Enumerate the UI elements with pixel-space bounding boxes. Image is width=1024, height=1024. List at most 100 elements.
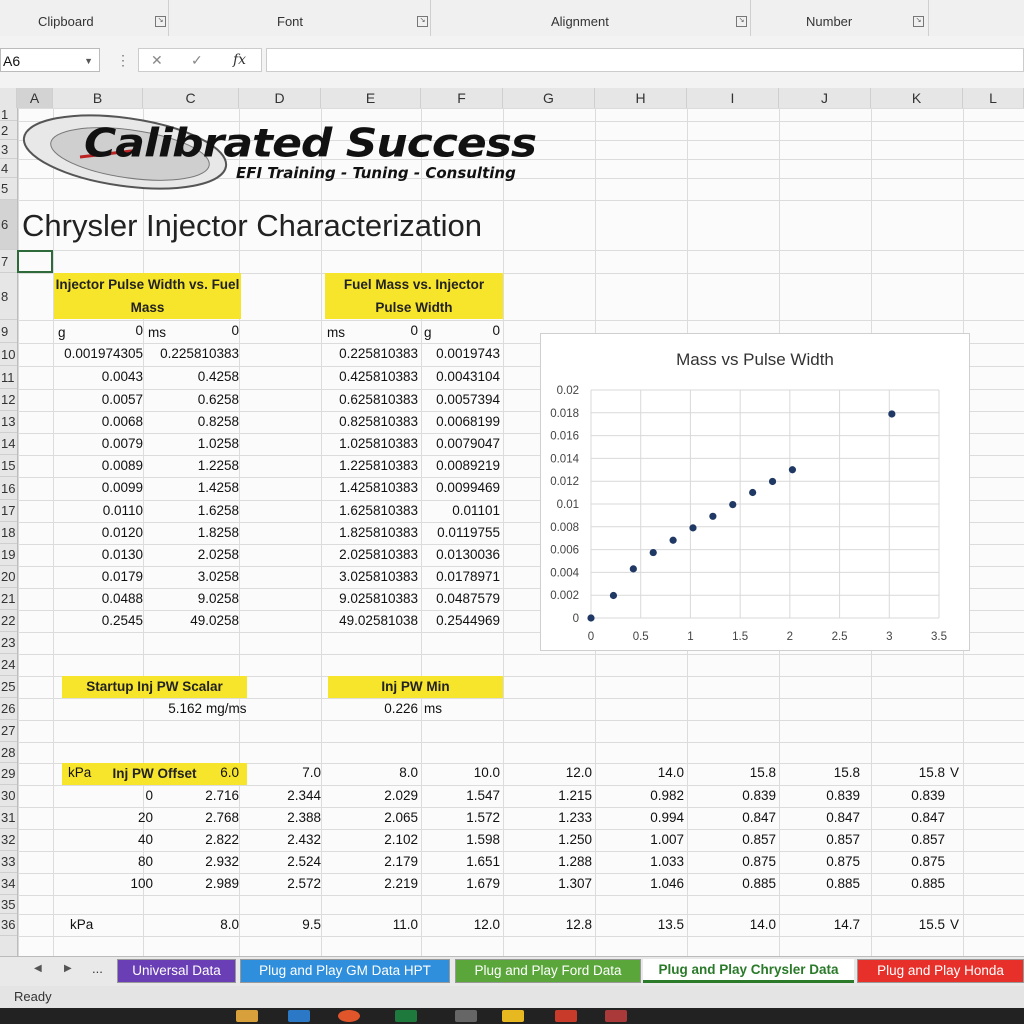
table2-cell: 1.625810383 [339,503,418,518]
row-header-8[interactable]: 8 [0,273,17,320]
tab-plug-and-play-ford-data[interactable]: Plug and Play Ford Data [455,959,641,983]
col-header-k[interactable]: K [871,88,963,108]
row-gridline [18,742,1024,743]
browser-icon[interactable] [338,1010,360,1022]
table1-cell: 1.0258 [197,436,239,451]
col-header-b[interactable]: B [53,88,143,108]
col-header-g[interactable]: G [503,88,595,108]
row-header-18[interactable]: 18 [0,522,17,544]
row-header-25[interactable]: 25 [0,676,17,698]
pwmin-unit: ms [424,701,442,716]
tab-next-icon[interactable]: ▶ [64,963,72,974]
row-header-24[interactable]: 24 [0,654,17,676]
row-header-6[interactable]: 6 [0,200,17,250]
table2-cell: 0.425810383 [339,369,418,384]
app-icon[interactable] [502,1010,524,1022]
scatter-chart[interactable]: Mass vs Pulse Width 0 0.002 0.004 0.006 0.008… [540,333,970,651]
col-header-h[interactable]: H [595,88,687,108]
font-launcher-icon[interactable]: ↘ [417,16,428,27]
col-header-i[interactable]: I [687,88,779,108]
row-header-15[interactable]: 15 [0,455,17,477]
row-header-13[interactable]: 13 [0,411,17,433]
name-box[interactable]: A6 ▼ [0,48,100,72]
row-header-5[interactable]: 5 [0,178,17,200]
data-point [729,501,737,509]
chart-plot: Mass vs Pulse Width 0 0.002 0.004 0.006 0.008… [550,350,947,643]
tab-more-button[interactable]: ... [92,961,103,976]
col-header-l[interactable]: L [963,88,1024,108]
col-header-c[interactable]: C [143,88,239,108]
col-gridline [503,108,504,956]
row-header-1[interactable]: 1 [0,108,17,121]
row-header-12[interactable]: 12 [0,389,17,411]
row-header-16[interactable]: 16 [0,477,17,500]
col-header-e[interactable]: E [321,88,421,108]
row-header-23[interactable]: 23 [0,632,17,654]
row-header-14[interactable]: 14 [0,433,17,455]
offset-volt-unit: V [950,765,960,780]
logo-tagline: EFI Training - Tuning - Consulting [236,164,516,182]
row-header-30[interactable]: 30 [0,785,17,807]
mail-icon[interactable] [288,1010,310,1022]
row-header-17[interactable]: 17 [0,500,17,522]
row-header-33[interactable]: 33 [0,851,17,873]
table2-cell: 0.825810383 [339,414,418,429]
file-explorer-icon[interactable] [236,1010,258,1022]
offset-cell: 2.572 [287,876,321,891]
y-tick-label: 0.02 [557,385,579,397]
row-header-28[interactable]: 28 [0,742,17,763]
chevron-down-icon[interactable]: ▼ [84,49,93,73]
tab-plug-and-play-chrysler-data[interactable]: Plug and Play Chrysler Data [643,959,854,983]
row-header-26[interactable]: 26 [0,698,17,720]
col-header-d[interactable]: D [239,88,321,108]
row-header-31[interactable]: 31 [0,807,17,829]
row-gridline [18,108,1024,109]
row-header-35[interactable]: 35 [0,895,17,914]
row-header-11[interactable]: 11 [0,366,17,389]
excel-icon[interactable] [395,1010,417,1022]
row-header-34[interactable]: 34 [0,873,17,895]
table1-cell: 0.0130 [101,547,143,562]
table2-cell: 0.625810383 [339,392,418,407]
ribbon-divider [168,0,169,36]
selected-cell-a6[interactable] [17,250,53,273]
row-header-10[interactable]: 10 [0,343,17,366]
app-icon[interactable] [555,1010,577,1022]
status-bar: Ready [0,986,1024,1008]
cancel-icon[interactable]: ✕ [151,52,163,69]
insert-function-icon[interactable]: fx [233,52,246,68]
tab-prev-icon[interactable]: ◀ [34,963,42,974]
row-header-29[interactable]: 29 [0,763,17,785]
row-header-19[interactable]: 19 [0,544,17,566]
select-all-corner[interactable] [0,88,17,108]
table2-cell: 3.025810383 [339,569,418,584]
row-header-3[interactable]: 3 [0,140,17,159]
row-header-20[interactable]: 20 [0,566,17,588]
enter-icon[interactable]: ✓ [191,52,203,69]
number-launcher-icon[interactable]: ↘ [913,16,924,27]
row-header-9[interactable]: 9 [0,320,17,343]
clipboard-launcher-icon[interactable]: ↘ [155,16,166,27]
col-header-f[interactable]: F [421,88,503,108]
row-header-7[interactable]: 7 [0,250,17,273]
row-header-4[interactable]: 4 [0,159,17,178]
col-header-j[interactable]: J [779,88,871,108]
col-header-a[interactable]: A [17,88,53,108]
tab-plug-and-play-gm-data-hpt[interactable]: Plug and Play GM Data HPT [240,959,450,983]
formula-input[interactable] [266,48,1024,72]
data-point [609,591,618,600]
alignment-launcher-icon[interactable]: ↘ [736,16,747,27]
app-icon[interactable] [605,1010,627,1022]
row-header-2[interactable]: 2 [0,121,17,140]
row-header-32[interactable]: 32 [0,829,17,851]
data-point [587,614,595,622]
app-icon[interactable] [455,1010,477,1022]
row-header-27[interactable]: 27 [0,720,17,742]
tab-plug-and-play-honda-data[interactable]: Plug and Play Honda Data [857,959,1024,1000]
offset-cell: 2.219 [384,876,418,891]
table2-cell: 9.025810383 [339,591,418,606]
row-header-21[interactable]: 21 [0,588,17,610]
row-header-36[interactable]: 36 [0,914,17,936]
row-header-22[interactable]: 22 [0,610,17,632]
tab-universal-data[interactable]: Universal Data [117,959,236,983]
